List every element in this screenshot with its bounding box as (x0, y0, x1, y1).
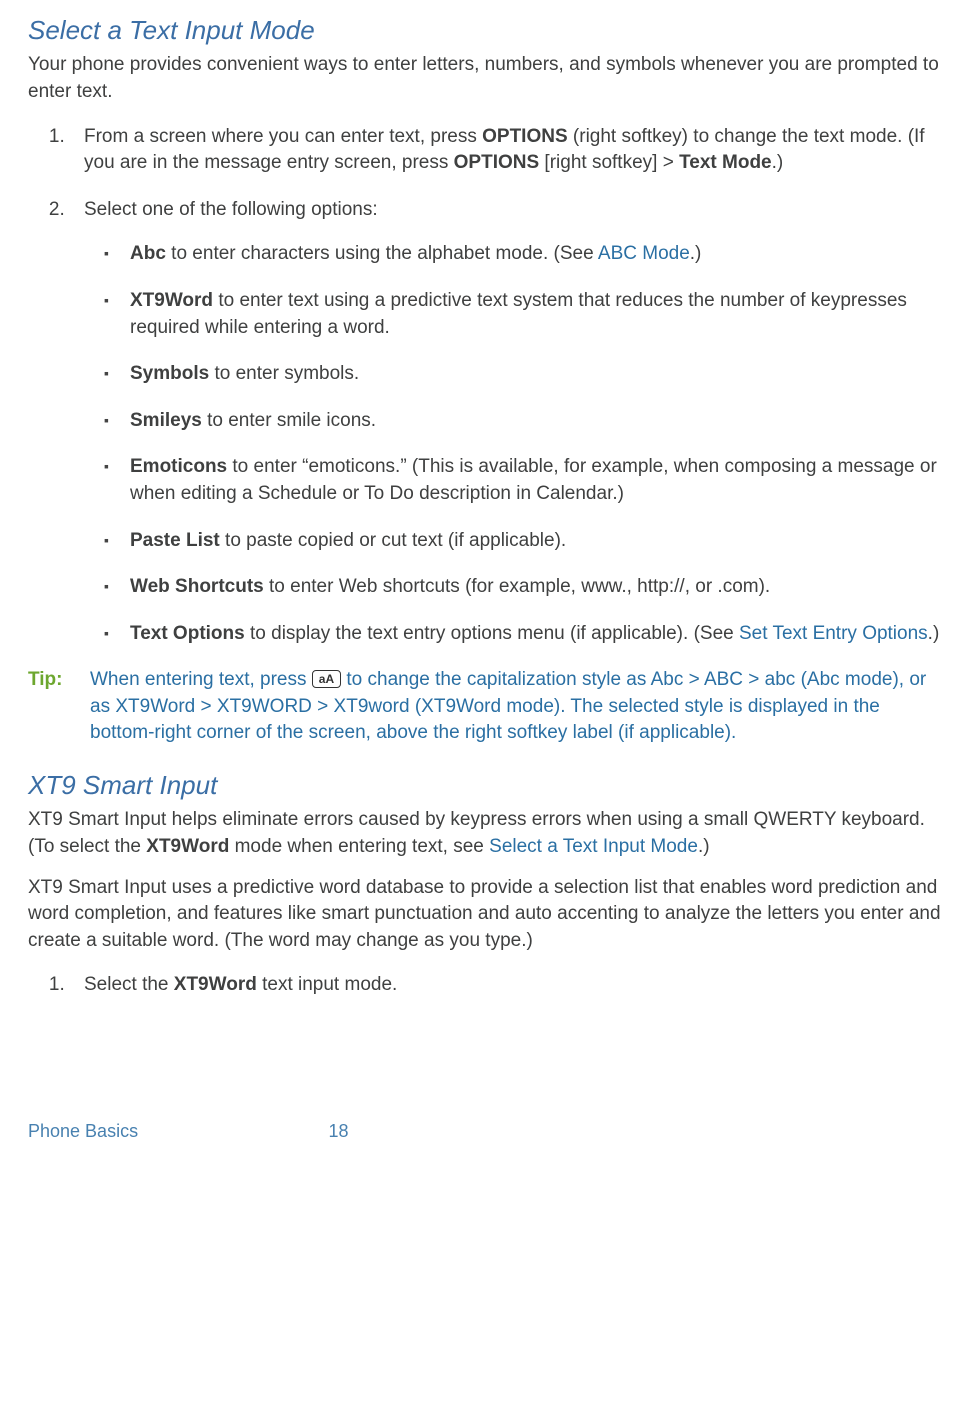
bullet-text: to enter smile icons. (202, 410, 376, 431)
paragraph: XT9 Smart Input helps eliminate errors c… (28, 807, 944, 860)
step-bold: Text Mode (679, 152, 772, 173)
bullet-text: .) (928, 623, 940, 644)
step-text: text input mode. (257, 974, 397, 995)
ordered-list-section2: Select the XT9Word text input mode. (28, 972, 944, 999)
caps-key-icon: aA (312, 670, 341, 688)
tip-label: Tip: (28, 667, 90, 694)
bullet-bold: Symbols (130, 363, 209, 384)
list-item: Text Options to display the text entry o… (112, 621, 944, 648)
heading-xt9-smart-input: XT9 Smart Input (28, 767, 944, 803)
bullet-text: .) (690, 243, 702, 264)
bullet-text: to enter Web shortcuts (for example, www… (264, 576, 771, 597)
footer-page-number: 18 (329, 1119, 349, 1144)
link-text-entry-options[interactable]: Set Text Entry Options (739, 623, 928, 644)
step-text: Select the (84, 974, 174, 995)
step-text: [right softkey] > (539, 152, 679, 173)
list-item: Abc to enter characters using the alphab… (112, 241, 944, 268)
step-text: Select one of the following options: (84, 199, 378, 220)
bullet-bold: Paste List (130, 530, 220, 551)
list-item: XT9Word to enter text using a predictive… (112, 288, 944, 341)
bullet-bold: Abc (130, 243, 166, 264)
link-abc-mode[interactable]: ABC Mode (598, 243, 690, 264)
bullet-bold: XT9Word (130, 290, 213, 311)
bullet-text: to enter “emoticons.” (This is available… (130, 456, 937, 504)
tip-row: Tip: When entering text, press aA to cha… (28, 667, 944, 747)
step-bold: OPTIONS (454, 152, 540, 173)
step-text: From a screen where you can enter text, … (84, 126, 482, 147)
heading-select-input-mode: Select a Text Input Mode (28, 12, 944, 48)
intro-paragraph: Your phone provides convenient ways to e… (28, 52, 944, 105)
bullet-bold: Smileys (130, 410, 202, 431)
list-item: Select one of the following options: Abc… (70, 197, 944, 648)
list-item: Smileys to enter smile icons. (112, 408, 944, 435)
bullet-text: to paste copied or cut text (if applicab… (220, 530, 566, 551)
list-item: Symbols to enter symbols. (112, 361, 944, 388)
list-item: From a screen where you can enter text, … (70, 124, 944, 177)
bullet-text: to display the text entry options menu (… (245, 623, 739, 644)
bullet-text: to enter text using a predictive text sy… (130, 290, 907, 338)
footer-section-title: Phone Basics (28, 1119, 138, 1144)
link-select-text-input-mode[interactable]: Select a Text Input Mode (489, 836, 698, 857)
list-item: Paste List to paste copied or cut text (… (112, 528, 944, 555)
tip-body: When entering text, press aA to change t… (90, 667, 944, 747)
ordered-list-section1: From a screen where you can enter text, … (28, 124, 944, 648)
step-bold: XT9Word (174, 974, 257, 995)
para-text: mode when entering text, see (229, 836, 489, 857)
step-text: .) (772, 152, 784, 173)
bullet-bold: Emoticons (130, 456, 227, 477)
list-item: Select the XT9Word text input mode. (70, 972, 944, 999)
bullet-bold: Web Shortcuts (130, 576, 264, 597)
bullet-bold: Text Options (130, 623, 245, 644)
paragraph: XT9 Smart Input uses a predictive word d… (28, 875, 944, 955)
bullet-list: Abc to enter characters using the alphab… (84, 241, 944, 647)
tip-text: When entering text, press (90, 669, 312, 690)
list-item: Emoticons to enter “emoticons.” (This is… (112, 454, 944, 507)
step-bold: OPTIONS (482, 126, 568, 147)
para-bold: XT9Word (146, 836, 229, 857)
list-item: Web Shortcuts to enter Web shortcuts (fo… (112, 574, 944, 601)
bullet-text: to enter symbols. (209, 363, 359, 384)
para-text: .) (698, 836, 710, 857)
page-footer: Phone Basics 18 (28, 1119, 944, 1144)
bullet-text: to enter characters using the alphabet m… (166, 243, 598, 264)
